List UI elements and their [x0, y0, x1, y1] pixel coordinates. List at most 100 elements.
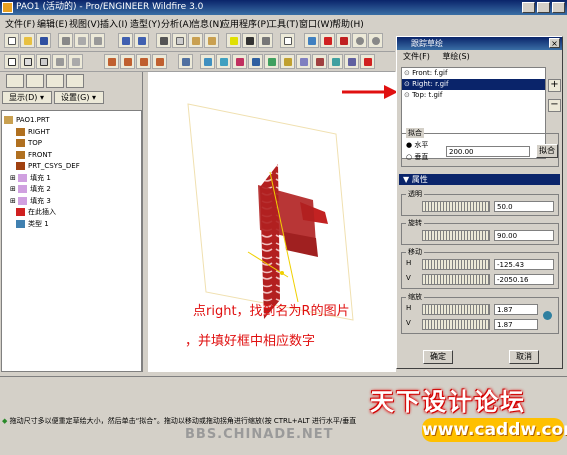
expand-icon[interactable]: ⊞	[10, 197, 18, 205]
tree-item[interactable]: ⊞ 填充 3	[10, 196, 51, 207]
menu-view[interactable]: 视图(V)	[69, 17, 100, 30]
model-tree-tab[interactable]	[6, 74, 24, 88]
tree-item[interactable]: RIGHT	[16, 127, 50, 138]
scale-h-input[interactable]: 1.87	[494, 304, 538, 315]
zoom-in-icon[interactable]	[352, 33, 367, 48]
connections-tab[interactable]	[66, 74, 84, 88]
move-h-input[interactable]: -125.43	[494, 259, 554, 270]
no-hidden-icon[interactable]	[36, 54, 51, 69]
menu-window[interactable]: 窗口(W)	[299, 17, 333, 30]
datum-axis-toggle-icon[interactable]	[120, 54, 135, 69]
menu-help[interactable]: 帮助(H)	[332, 17, 364, 30]
dialog-menu-sketch[interactable]: 草绘(S)	[442, 52, 469, 61]
repaint-icon[interactable]	[304, 33, 319, 48]
open-icon[interactable]	[20, 33, 35, 48]
tree-item[interactable]: PRT_CSYS_DEF	[16, 161, 80, 172]
shade-surface-icon[interactable]	[232, 54, 247, 69]
section-icon[interactable]	[296, 54, 311, 69]
orient-mode-icon[interactable]	[336, 33, 351, 48]
cancel-button[interactable]: 取消	[509, 350, 539, 364]
menu-insert[interactable]: 插入(I)	[100, 17, 128, 30]
image-row-right[interactable]: ⊙ Right: r.gif	[402, 79, 545, 90]
properties-header[interactable]: ▼ 属性	[399, 174, 560, 185]
regenerate-icon[interactable]	[226, 33, 241, 48]
offset-icon[interactable]	[280, 54, 295, 69]
new-icon[interactable]	[4, 33, 19, 48]
copy-link-icon[interactable]	[90, 33, 105, 48]
fit-value-input[interactable]: 200.00	[446, 146, 530, 157]
settings-dropdown[interactable]: 设置(G) ▾	[54, 91, 104, 104]
menu-file[interactable]: 文件(F)	[5, 17, 35, 30]
paste-icon[interactable]	[188, 33, 203, 48]
expand-icon[interactable]: ⊞	[10, 174, 18, 182]
menu-tools[interactable]: 工具(T)	[268, 17, 299, 30]
move-v-input[interactable]: -2050.16	[494, 274, 554, 285]
dihedral-icon[interactable]	[248, 54, 263, 69]
rotation-input[interactable]: 90.00	[494, 230, 554, 241]
paste-special-icon[interactable]	[204, 33, 219, 48]
ok-button[interactable]: 确定	[423, 350, 453, 364]
isophote-icon[interactable]	[344, 54, 359, 69]
menu-info[interactable]: 信息(N)	[191, 17, 223, 30]
transparency-slider[interactable]	[422, 201, 490, 212]
scale-h-slider[interactable]	[422, 304, 490, 315]
menu-applications[interactable]: 应用程序(P)	[221, 17, 269, 30]
folder-browser-tab[interactable]	[26, 74, 44, 88]
shading-icon[interactable]	[52, 54, 67, 69]
wireframe-icon[interactable]	[4, 54, 19, 69]
save-icon[interactable]	[36, 33, 51, 48]
tree-item[interactable]: ⊞ 填充 2	[10, 184, 51, 195]
tree-item[interactable]: 在此插入	[16, 207, 56, 218]
move-v-slider[interactable]	[422, 274, 490, 285]
undo-icon[interactable]	[118, 33, 133, 48]
datum-plane-toggle-icon[interactable]	[104, 54, 119, 69]
scale-v-slider[interactable]	[422, 319, 490, 330]
find-icon[interactable]	[242, 33, 257, 48]
menu-style[interactable]: 造型(Y)	[130, 17, 161, 30]
datum-point-toggle-icon[interactable]	[136, 54, 151, 69]
slope-icon[interactable]	[264, 54, 279, 69]
dialog-menu-file[interactable]: 文件(F)	[403, 52, 430, 61]
graphics-viewport[interactable]	[148, 72, 396, 372]
selection-dropdown[interactable]	[280, 33, 295, 48]
tree-item[interactable]: ⊞ 填充 1	[10, 173, 51, 184]
tree-item[interactable]: TOP	[16, 138, 42, 149]
move-h-slider[interactable]	[422, 259, 490, 270]
remove-image-button[interactable]: −	[548, 99, 561, 112]
send-mail-icon[interactable]	[74, 33, 89, 48]
redo-icon[interactable]	[134, 33, 149, 48]
curvature-icon[interactable]	[200, 54, 215, 69]
layers-icon[interactable]	[178, 54, 193, 69]
deviation-icon[interactable]	[312, 54, 327, 69]
rotation-slider[interactable]	[422, 230, 490, 241]
fit-button[interactable]: 拟合	[536, 144, 558, 158]
image-row-front[interactable]: ⊙ Front: f.gif	[402, 68, 545, 79]
selection-filter-icon[interactable]	[258, 33, 273, 48]
tree-item[interactable]: FRONT	[16, 150, 52, 161]
reflection-icon[interactable]	[216, 54, 231, 69]
lock-aspect-icon[interactable]	[543, 311, 552, 320]
zoom-out-icon[interactable]	[368, 33, 383, 48]
dialog-close-button[interactable]: ×	[549, 38, 560, 48]
expand-icon[interactable]: ⊞	[10, 185, 18, 193]
minimize-button[interactable]	[522, 2, 535, 13]
tree-item[interactable]: PAO1.PRT	[4, 115, 49, 126]
close-button[interactable]	[552, 2, 565, 13]
copy-icon[interactable]	[172, 33, 187, 48]
fit-vertical-radio[interactable]: ○ 垂直	[406, 152, 428, 162]
spin-center-icon[interactable]	[320, 33, 335, 48]
hidden-line-icon[interactable]	[20, 54, 35, 69]
maximize-button[interactable]	[537, 2, 550, 13]
show-dropdown[interactable]: 显示(D) ▾	[2, 91, 52, 104]
csys-toggle-icon[interactable]	[152, 54, 167, 69]
favorites-tab[interactable]	[46, 74, 64, 88]
transparency-input[interactable]: 50.0	[494, 201, 554, 212]
add-image-button[interactable]: +	[548, 79, 561, 92]
tree-item[interactable]: 类型 1	[16, 219, 49, 230]
menu-analysis[interactable]: 分析(A)	[161, 17, 192, 30]
cut-icon[interactable]	[156, 33, 171, 48]
scale-v-input[interactable]: 1.87	[494, 319, 538, 330]
menu-edit[interactable]: 编辑(E)	[37, 17, 68, 30]
fit-horizontal-radio[interactable]: ● 水平	[406, 140, 428, 150]
image-row-top[interactable]: ⊙ Top: t.gif	[402, 90, 545, 101]
